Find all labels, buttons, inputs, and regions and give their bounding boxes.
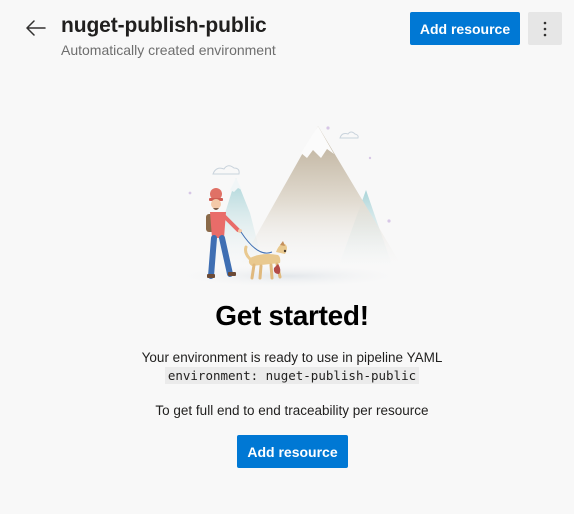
empty-state-heading: Get started! — [215, 300, 369, 331]
empty-state-add-resource-button[interactable]: Add resource — [237, 435, 348, 468]
back-button[interactable] — [24, 16, 48, 40]
empty-state-description: Your environment is ready to use in pipe… — [141, 350, 443, 365]
hiker-with-dog-illustration — [168, 118, 408, 288]
arrow-left-icon — [26, 20, 46, 36]
page-subtitle: Automatically created environment — [61, 42, 276, 58]
yaml-snippet-container: environment: nuget-publish-public — [0, 367, 574, 385]
more-actions-button[interactable] — [528, 12, 562, 45]
more-vertical-icon — [543, 21, 547, 36]
page-header: nuget-publish-public Automatically creat… — [0, 0, 574, 70]
yaml-snippet: environment: nuget-publish-public — [164, 367, 420, 384]
traceability-text: To get full end to end traceability per … — [155, 403, 429, 418]
add-resource-button[interactable]: Add resource — [410, 12, 520, 45]
page-title: nuget-publish-public — [61, 14, 267, 37]
